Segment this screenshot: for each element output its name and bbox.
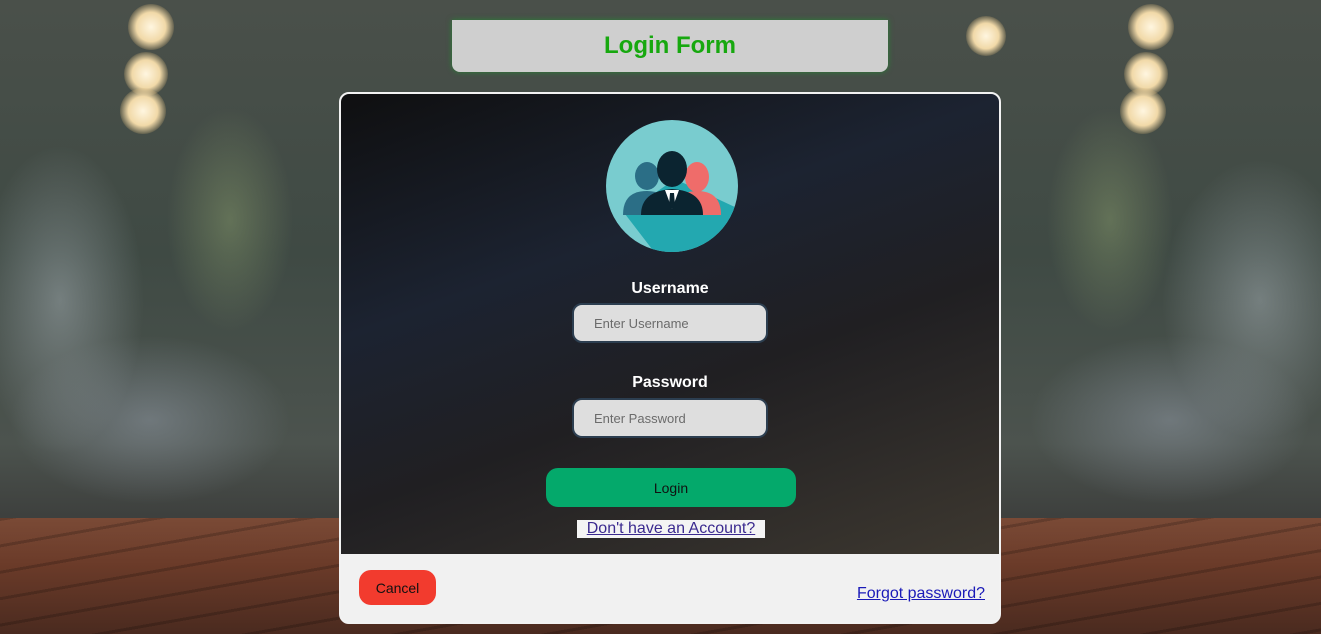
cancel-button[interactable]: Cancel: [359, 570, 436, 605]
light-bulb: [120, 88, 166, 134]
username-input[interactable]: [572, 303, 768, 343]
password-label: Password: [632, 374, 708, 391]
signup-link[interactable]: Don't have an Account?: [577, 520, 765, 538]
login-card-body: Username Password Login Don't have an Ac…: [341, 94, 999, 554]
login-card: Username Password Login Don't have an Ac…: [339, 92, 1001, 624]
page-title: Login Form: [604, 32, 736, 59]
password-input[interactable]: [572, 398, 768, 438]
light-bulb: [128, 4, 174, 50]
light-bulb: [966, 16, 1006, 56]
username-label: Username: [631, 280, 709, 297]
users-group-icon: [606, 120, 738, 252]
light-bulb: [1128, 4, 1174, 50]
light-bulb: [1120, 88, 1166, 134]
forgot-password-link[interactable]: Forgot password?: [857, 585, 985, 603]
login-button[interactable]: Login: [546, 468, 796, 507]
title-banner: Login Form: [452, 20, 888, 72]
